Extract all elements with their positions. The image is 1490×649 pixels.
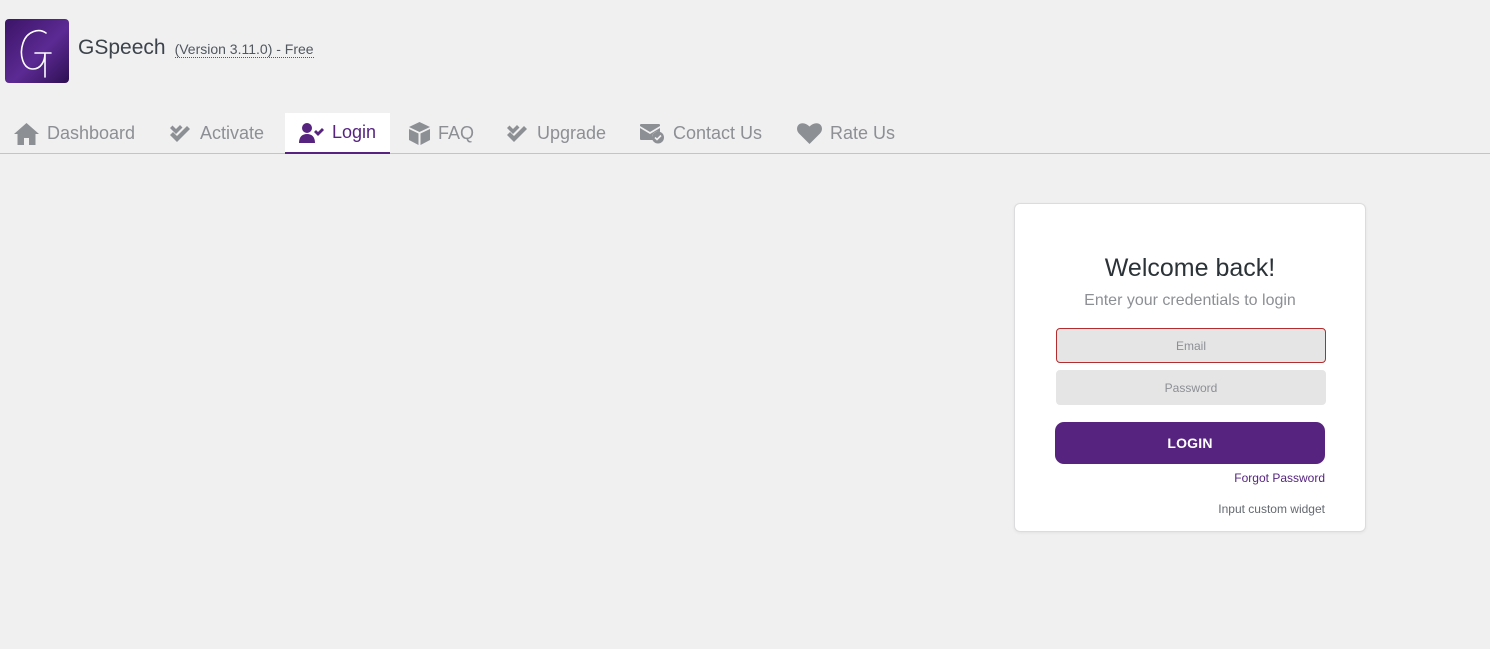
tab-rate-us[interactable]: Rate Us [797,113,895,154]
tab-label: Upgrade [537,123,607,143]
double-check-icon [169,123,192,145]
app-header: GSpeech (Version 3.11.0) - Free [5,19,314,83]
tab-label: Rate Us [830,123,896,143]
envelope-check-icon [640,123,665,144]
heart-icon [797,123,822,144]
tab-label: Contact Us [673,123,763,143]
tab-upgrade[interactable]: Upgrade [506,113,606,154]
tab-label: Activate [200,123,265,143]
login-subtitle: Enter your credentials to login [1084,292,1296,309]
login-button[interactable]: LOGIN [1055,422,1325,464]
tab-activate[interactable]: Activate [169,113,264,154]
nav-tabs: Dashboard Activate Login FAQ Upgrade Con… [0,113,1490,154]
custom-widget-text: Input custom widget [1218,502,1325,516]
tab-contact-us[interactable]: Contact Us [640,113,762,154]
double-check-icon [506,123,529,145]
tab-dashboard[interactable]: Dashboard [14,113,135,154]
user-check-icon [299,122,324,143]
email-input[interactable] [1056,328,1326,363]
tab-login[interactable]: Login [285,113,390,154]
gspeech-logo [5,19,69,83]
tab-label: FAQ [438,123,475,143]
login-title: Welcome back! [1104,254,1276,282]
tab-label: Dashboard [47,123,136,143]
tab-faq[interactable]: FAQ [409,113,474,154]
tab-label: Login [332,122,377,142]
home-icon [14,122,39,145]
version-label: (Version 3.11.0) - Free [174,41,314,58]
logo-g-glyph [20,29,52,78]
login-card: Welcome back! Enter your credentials to … [1014,203,1366,532]
forgot-password-link[interactable]: Forgot Password [1234,471,1325,485]
cube-icon [409,122,430,145]
password-input[interactable] [1056,370,1326,405]
app-title: GSpeech [78,36,166,59]
title-wrap: GSpeech (Version 3.11.0) - Free [78,36,314,60]
